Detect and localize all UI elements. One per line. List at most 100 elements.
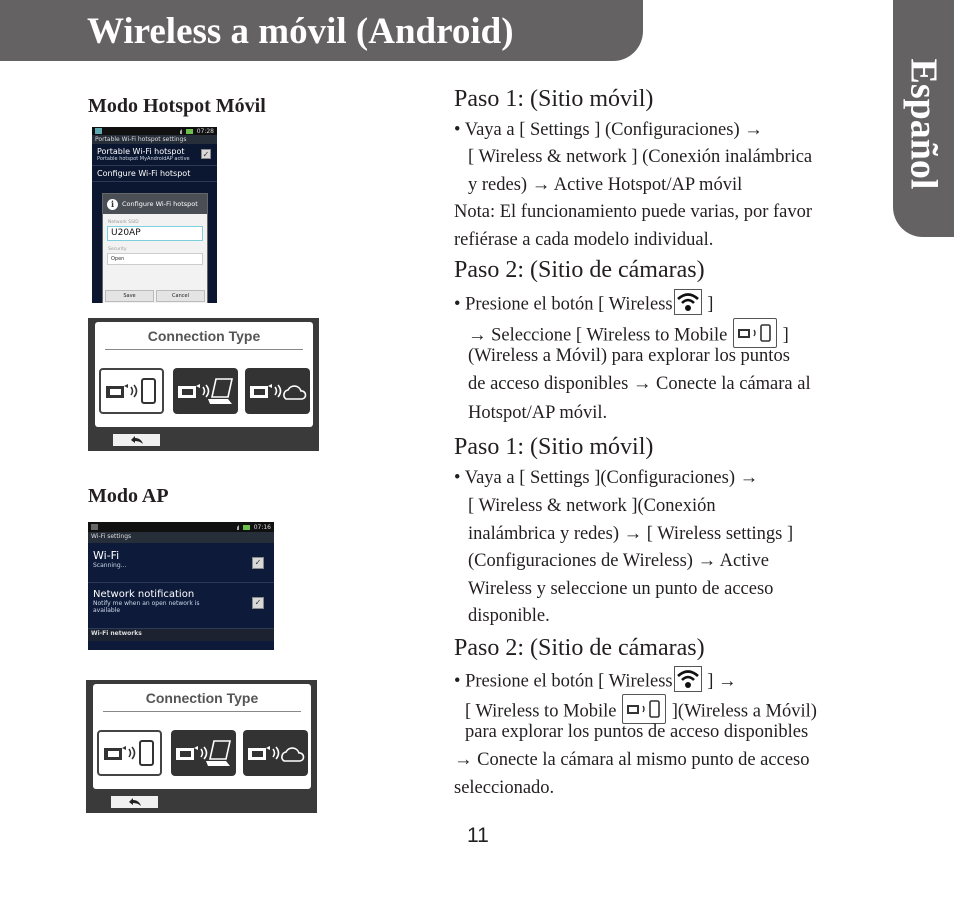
connection-type-panel: Connection Type — [88, 318, 319, 451]
step2-text: [ Wireless to Mobile — [465, 701, 622, 722]
ap-step1-line: disponible. — [468, 606, 550, 626]
connection-type-title: Connection Type — [145, 690, 259, 706]
pref-title: Network notification — [93, 589, 195, 600]
ap-step1-line: • Vaya a [ Settings ](Configuraciones) → — [454, 468, 759, 488]
hotspot-phone-screenshot: 07:28 Portable Wi-Fi hotspot settings Po… — [92, 127, 217, 303]
hotspot-step2-line: • Presione el botón [ Wireless ] — [454, 289, 714, 318]
pref-network-notification[interactable]: Network notification Notify me when an o… — [88, 583, 274, 629]
pref-title: Portable Wi-Fi hotspot — [97, 147, 185, 156]
status-time: 07:16 — [253, 523, 271, 531]
step2-text: ] — [778, 325, 789, 346]
wireless-to-cloud-option[interactable] — [245, 368, 310, 414]
wireless-to-cloud-option[interactable] — [243, 730, 308, 776]
hotspot-step1-line: [ Wireless & network ] (Conexión inalámb… — [468, 147, 813, 167]
wifi-status-icon — [91, 524, 98, 530]
camera-to-cloud-icon — [247, 746, 304, 762]
step2-text: ](Wireless a Móvil) — [667, 701, 817, 722]
wireless-to-mobile-icon — [622, 694, 667, 724]
usb-icon — [95, 128, 102, 134]
divider — [105, 349, 303, 350]
connection-type-title: Connection Type — [147, 328, 261, 344]
info-icon: i — [107, 198, 118, 210]
ap-step2-line: → Conecte la cámara al mismo punto de ac… — [454, 750, 810, 770]
step2-text: ] → — [702, 671, 737, 692]
ap-mode-heading: Modo AP — [88, 485, 169, 507]
wireless-button-icon — [673, 289, 702, 315]
step2-text: → Seleccione [ Wireless to Mobile — [468, 325, 733, 346]
camera-to-laptop-icon — [175, 740, 231, 766]
status-bar: 07:16 — [88, 522, 274, 532]
wireless-to-pc-option[interactable] — [173, 368, 238, 414]
signal-icon — [176, 128, 182, 134]
step2-text: • Presione el botón [ Wireless — [454, 671, 673, 692]
pref-title: Wi-Fi — [93, 549, 120, 562]
camera-to-phone-icon — [103, 740, 154, 766]
battery-icon — [185, 128, 193, 134]
ap-step1-line: [ Wireless & network ](Conexión — [468, 496, 716, 516]
pref-subtitle: Scanning... — [93, 562, 127, 569]
pref-subtitle: Portable hotspot MyAndroidAP active — [97, 156, 190, 162]
hotspot-step2-heading: Paso 2: (Sitio de cámaras) — [454, 257, 705, 283]
screen-subtitle: Wi-Fi settings — [88, 532, 274, 543]
ap-step2-line: • Presione el botón [ Wireless ] → — [454, 666, 737, 695]
ap-step1-line: inalámbrica y redes) → [ Wireless settin… — [468, 524, 794, 544]
back-button[interactable] — [113, 434, 160, 446]
ap-step1-line: (Configuraciones de Wireless) → Active — [468, 551, 769, 571]
hotspot-step2-line: de acceso disponibles → Conecte la cámar… — [468, 374, 811, 394]
ap-step2-line: seleccionado. — [454, 778, 555, 798]
ap-phone-screenshot: 07:16 Wi-Fi settings Wi-Fi Scanning... ✓… — [88, 522, 274, 650]
page-number: 11 — [467, 824, 489, 847]
cancel-button[interactable]: Cancel — [156, 290, 205, 302]
security-label: Security — [108, 247, 127, 252]
camera-to-laptop-icon — [177, 378, 233, 404]
ap-step1-line: Wireless y seleccione un punto de acceso — [468, 579, 774, 599]
security-select[interactable]: Open — [107, 253, 203, 265]
camera-to-cloud-icon — [249, 384, 306, 400]
checkbox-checked-icon[interactable]: ✓ — [252, 557, 264, 569]
ap-step1-heading: Paso 1: (Sitio móvil) — [454, 434, 654, 460]
ssid-label: Network SSID — [108, 220, 139, 225]
pref-title: Configure Wi-Fi hotspot — [97, 169, 191, 178]
status-bar: 07:28 — [92, 127, 217, 135]
checkbox-checked-icon[interactable]: ✓ — [252, 597, 264, 609]
camera-to-phone-icon — [105, 378, 156, 404]
step2-text: • Presione el botón [ Wireless — [454, 294, 673, 315]
pref-wifi[interactable]: Wi-Fi Scanning... ✓ — [88, 543, 274, 583]
language-tab-label-wrap: Español — [898, 44, 948, 204]
pref-configure-hotspot[interactable]: Configure Wi-Fi hotspot — [92, 166, 217, 182]
wifi-networks-label: Wi-Fi networks — [88, 629, 274, 641]
pref-portable-hotspot[interactable]: Portable Wi-Fi hotspot Portable hotspot … — [92, 144, 217, 166]
dialog-buttons: Save Cancel — [105, 290, 205, 302]
back-arrow-icon — [130, 436, 143, 444]
dialog-header: i Configure Wi-Fi hotspot — [103, 194, 207, 214]
page-title: Wireless a móvil (Android) — [87, 11, 514, 52]
battery-icon — [242, 524, 250, 530]
save-button[interactable]: Save — [105, 290, 154, 302]
ssid-input[interactable]: U20AP — [107, 226, 203, 241]
signal-icon — [233, 524, 239, 530]
wireless-to-mobile-option[interactable] — [99, 368, 164, 414]
divider — [103, 711, 301, 712]
connection-type-card: Connection Type — [95, 322, 313, 427]
wireless-button-icon — [673, 666, 702, 692]
checkbox-checked-icon[interactable]: ✓ — [201, 149, 211, 159]
step2-text: ] — [702, 294, 714, 315]
hotspot-step2-line: Hotspot/AP móvil. — [468, 403, 608, 423]
connection-type-panel: Connection Type — [86, 680, 317, 813]
ap-step2-line: para explorar los puntos de acceso dispo… — [465, 722, 809, 742]
pref-subtitle: Notify me when an open network is availa… — [93, 600, 200, 614]
hotspot-mode-heading: Modo Hotspot Móvil — [88, 95, 266, 117]
language-tab-label: Español — [902, 58, 944, 190]
dialog-title: Configure Wi-Fi hotspot — [122, 200, 198, 208]
hotspot-step1-line: y redes) → Active Hotspot/AP móvil — [468, 175, 743, 195]
back-button[interactable] — [111, 796, 158, 808]
connection-type-card: Connection Type — [93, 684, 311, 789]
hotspot-step2-line: (Wireless a Móvil) para explorar los pun… — [468, 346, 790, 366]
back-arrow-icon — [128, 798, 141, 806]
hotspot-note-line: Nota: El funcionamiento puede varias, po… — [454, 202, 813, 222]
ap-step2-heading: Paso 2: (Sitio de cámaras) — [454, 635, 705, 661]
status-time: 07:28 — [196, 127, 214, 135]
wireless-to-pc-option[interactable] — [171, 730, 236, 776]
wireless-to-mobile-option[interactable] — [97, 730, 162, 776]
hotspot-step1-line: • Vaya a [ Settings ] (Configuraciones) … — [454, 120, 763, 140]
